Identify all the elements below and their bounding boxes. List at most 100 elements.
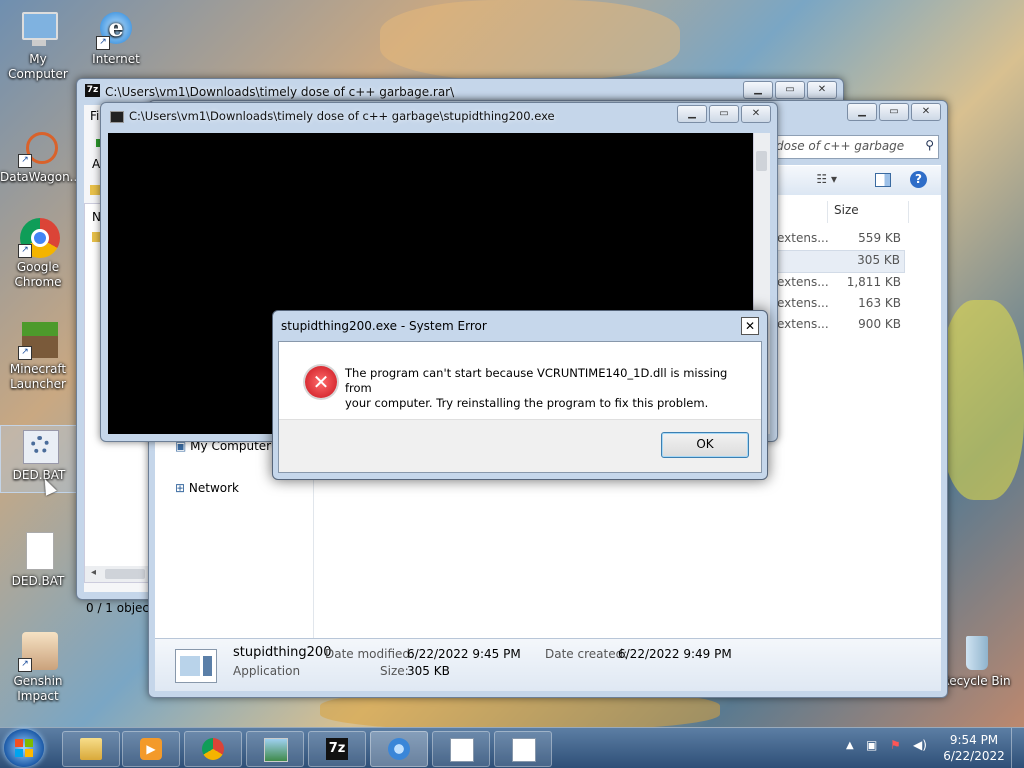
ok-button[interactable]: OK xyxy=(661,432,749,458)
table-row[interactable]: extens... 900 KB xyxy=(777,315,905,336)
close-button[interactable]: ✕ xyxy=(807,81,837,99)
table-row[interactable]: extens... 163 KB xyxy=(777,294,905,315)
minimize-button[interactable]: ▁ xyxy=(743,81,773,99)
desktop-icon-label: Google Chrome xyxy=(14,260,62,289)
desktop: { "desktop": { "icons": [ {"label": "My … xyxy=(0,0,1024,768)
clock-time: 9:54 PM xyxy=(949,733,999,747)
minecraft-icon: ↗ xyxy=(18,320,58,360)
show-desktop-button[interactable] xyxy=(1011,728,1024,768)
desktop-icon-label: Internet xyxy=(92,52,140,66)
taskbar-app-window-2[interactable] xyxy=(494,731,552,767)
desktop-icon-my-computer[interactable]: My Computer xyxy=(0,10,76,82)
desktop-icon-datawagon[interactable]: ↗ DataWagon... xyxy=(0,128,82,185)
taskbar-photo-viewer[interactable] xyxy=(246,731,304,767)
dialog-body: ✕ The program can't start because VCRUNT… xyxy=(278,341,762,473)
show-hidden-icons-icon[interactable]: ▲ xyxy=(846,740,854,751)
error-icon: ✕ xyxy=(305,366,337,398)
view-options-icon[interactable]: ☷ ▾ xyxy=(816,172,837,186)
taskbar-app-window[interactable] xyxy=(432,731,490,767)
date-modified-value: 6/22/2022 9:45 PM xyxy=(407,647,521,661)
desktop-icon-label: My Computer xyxy=(8,52,68,81)
action-center-icon[interactable]: ⚑ xyxy=(890,738,901,752)
internet-explorer-icon: e ↗ xyxy=(96,10,136,50)
table-row[interactable]: extens... 1,811 KB xyxy=(777,273,905,294)
wallpaper-shape xyxy=(940,300,1024,500)
maximize-button[interactable]: ▭ xyxy=(879,103,909,121)
network-tray-icon[interactable]: ▣ xyxy=(866,738,877,752)
size-label: Size: xyxy=(380,664,409,678)
taskbar: ▶ 7z ▲ ▣ ⚑ ◀) 9:54 PM 6/22/2022 xyxy=(0,727,1024,768)
close-button[interactable]: ✕ xyxy=(741,105,771,123)
document-icon xyxy=(18,532,58,572)
dialog-close-button[interactable]: ✕ xyxy=(741,317,759,335)
date-created-value: 6/22/2022 9:49 PM xyxy=(618,647,732,661)
maximize-button[interactable]: ▭ xyxy=(775,81,805,99)
app-window-icon xyxy=(512,738,536,762)
search-icon[interactable]: ⚲ xyxy=(925,138,934,152)
datawagon-icon: ↗ xyxy=(18,128,58,168)
details-file-name: stupidthing200 xyxy=(233,645,332,660)
zip-toolbar-add[interactable]: A xyxy=(92,157,100,171)
minimize-button[interactable]: ▁ xyxy=(677,105,707,123)
error-message-line: your computer. Try reinstalling the prog… xyxy=(345,396,709,410)
details-file-type: Application xyxy=(233,664,301,678)
table-row[interactable]: extens... 559 KB xyxy=(777,229,905,250)
clock-date: 6/22/2022 xyxy=(943,749,1005,763)
table-row-selected[interactable]: 305 KB xyxy=(777,250,905,273)
clock[interactable]: 9:54 PM 6/22/2022 xyxy=(940,732,1008,764)
desktop-icon-label: Genshin Impact xyxy=(13,674,63,703)
error-dialog[interactable]: stupidthing200.exe - System Error ✕ ✕ Th… xyxy=(272,310,768,480)
genshin-icon: ↗ xyxy=(18,632,58,672)
start-button[interactable] xyxy=(4,729,44,767)
nav-label: Network xyxy=(188,481,239,495)
7zip-icon: 7z xyxy=(326,738,348,760)
dialog-title: stupidthing200.exe - System Error xyxy=(281,319,487,333)
desktop-icon-genshin[interactable]: ↗ Genshin Impact xyxy=(0,632,76,704)
date-created-label: Date created: xyxy=(545,647,628,661)
folder-icon xyxy=(80,738,102,760)
application-icon xyxy=(175,649,217,683)
maximize-button[interactable]: ▭ xyxy=(709,105,739,123)
horizontal-scrollbar[interactable]: ◂ xyxy=(85,566,149,582)
console-title: C:\Users\vm1\Downloads\timely dose of c+… xyxy=(129,109,555,123)
desktop-icon-recycle-bin[interactable]: Recycle Bin xyxy=(940,632,1012,689)
app-window-icon xyxy=(450,738,474,762)
size-value: 305 KB xyxy=(407,664,450,678)
desktop-icon-label: Minecraft Launcher xyxy=(9,362,67,391)
close-button[interactable]: ✕ xyxy=(911,103,941,121)
details-pane: stupidthing200 Application Date modified… xyxy=(155,638,941,691)
chrome-icon xyxy=(202,738,224,760)
preview-pane-icon[interactable] xyxy=(875,173,891,187)
taskbar-chrome-2[interactable] xyxy=(370,731,428,767)
taskbar-7zip[interactable]: 7z xyxy=(308,731,366,767)
date-modified-label: Date modified: xyxy=(325,647,415,661)
taskbar-media-player[interactable]: ▶ xyxy=(122,731,180,767)
help-icon[interactable]: ? xyxy=(910,171,927,188)
desktop-icon-label: DED.BAT xyxy=(11,574,65,588)
nav-network[interactable]: ⊞ Network xyxy=(175,481,239,495)
search-box[interactable]: dose of c++ garbage ⚲ xyxy=(771,135,939,159)
zip-menu-file[interactable]: Fi xyxy=(90,109,99,123)
media-player-icon: ▶ xyxy=(140,738,162,760)
bat-settings-icon xyxy=(19,426,59,466)
wallpaper-shape xyxy=(380,0,680,80)
taskbar-chrome[interactable] xyxy=(184,731,242,767)
desktop-icon-label: DataWagon... xyxy=(0,170,82,184)
column-header-size[interactable]: Size xyxy=(827,201,909,223)
error-message-line: The program can't start because VCRUNTIM… xyxy=(345,366,728,395)
minimize-button[interactable]: ▁ xyxy=(847,103,877,121)
network-icon: ⊞ xyxy=(175,481,186,495)
taskbar-explorer[interactable] xyxy=(62,731,120,767)
desktop-icon-minecraft[interactable]: ↗ Minecraft Launcher xyxy=(0,320,76,392)
volume-icon[interactable]: ◀) xyxy=(913,738,927,752)
search-text: dose of c++ garbage xyxy=(776,139,905,153)
desktop-icon-chrome[interactable]: ↗ Google Chrome xyxy=(0,218,76,290)
desktop-icon-internet[interactable]: e ↗ Internet xyxy=(78,10,154,67)
desktop-icon-label: Recycle Bin xyxy=(941,674,1011,688)
chrome-icon: ↗ xyxy=(18,218,60,258)
console-icon xyxy=(110,111,124,123)
console-titlebar[interactable]: C:\Users\vm1\Downloads\timely dose of c+… xyxy=(101,103,777,129)
error-message: The program can't start because VCRUNTIM… xyxy=(345,366,757,411)
file-list: extens... 559 KB 305 KB extens... 1,811 … xyxy=(777,229,905,336)
desktop-icon-ded-bat[interactable]: DED.BAT xyxy=(0,532,76,589)
